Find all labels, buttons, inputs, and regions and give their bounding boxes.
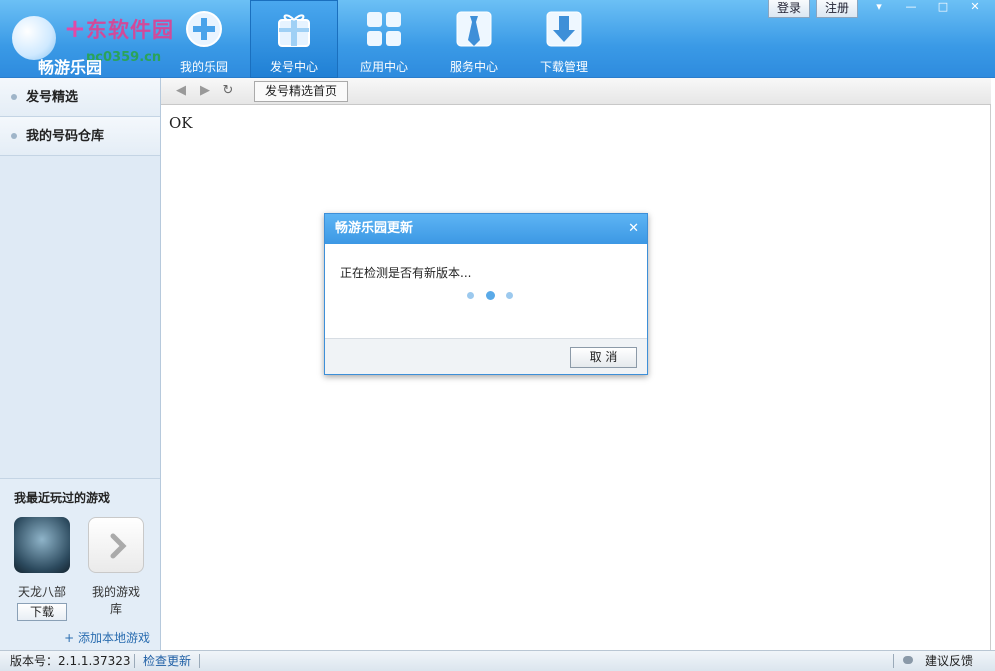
tab-app-center[interactable]: 应用中心	[340, 0, 428, 78]
tab-download-manager[interactable]: 下载管理	[520, 0, 608, 78]
tab-label: 应用中心	[359, 60, 408, 74]
sidebar: 发号精选 我的号码仓库 我最近玩过的游戏 天龙八部 下载 我的游戏库 + 添加本…	[0, 78, 161, 650]
content-area: OK	[161, 105, 991, 650]
feedback-link[interactable]: 建议反馈	[925, 651, 973, 671]
game-tile-library[interactable]: 我的游戏库	[87, 517, 145, 617]
tie-icon	[456, 11, 492, 47]
gamepad-icon	[186, 11, 222, 47]
cancel-button[interactable]: 取 消	[570, 347, 637, 368]
header-bar: + 东软件园 pc0359.cn 畅游乐园 我的乐园 发号中心 应用中心 服务中…	[0, 0, 995, 78]
back-icon[interactable]: ◀	[173, 83, 189, 99]
minimize-icon[interactable]: —	[902, 0, 920, 14]
maximize-icon[interactable]: □	[934, 0, 952, 14]
game-tile-tianlong[interactable]: 天龙八部 下载	[13, 517, 71, 621]
bullet-icon	[11, 133, 17, 139]
page-tab[interactable]: 发号精选首页	[254, 81, 349, 102]
divider	[134, 654, 135, 668]
browser-toolbar: ◀ ▶ ↻ 发号精选首页	[161, 78, 991, 105]
menu-icon[interactable]: ▾	[870, 0, 888, 14]
status-bar: 版本号：2.1.1.37323 检查更新 建议反馈	[0, 650, 995, 671]
loading-dot-icon	[467, 292, 474, 299]
tab-code-center[interactable]: 发号中心	[250, 0, 338, 78]
bullet-icon	[11, 94, 17, 100]
update-dialog: 畅游乐园更新 ✕ 正在检测是否有新版本... 取 消	[324, 213, 648, 375]
recent-games-panel: 我最近玩过的游戏 天龙八部 下载 我的游戏库 + 添加本地游戏	[0, 478, 160, 650]
app-logo: + 东软件园 pc0359.cn 畅游乐园	[6, 6, 181, 77]
dialog-header: 畅游乐园更新 ✕	[325, 214, 647, 244]
dialog-close-icon[interactable]: ✕	[628, 214, 639, 244]
login-button[interactable]: 登录	[768, 0, 811, 18]
tab-service-center[interactable]: 服务中心	[430, 0, 518, 78]
game-name: 我的游戏库	[91, 585, 140, 616]
chat-bubble-icon	[903, 656, 913, 664]
gift-icon	[278, 14, 310, 47]
download-button[interactable]: 下载	[17, 603, 67, 621]
tab-label: 我的乐园	[179, 60, 228, 74]
dialog-footer: 取 消	[325, 338, 647, 374]
divider	[199, 654, 200, 668]
recent-games-title: 我最近玩过的游戏	[14, 491, 111, 505]
sidebar-item-featured[interactable]: 发号精选	[0, 78, 160, 117]
tab-label: 发号中心	[269, 60, 318, 74]
add-local-game-link[interactable]: + 添加本地游戏	[64, 629, 150, 646]
register-button[interactable]: 注册	[816, 0, 859, 18]
loading-dot-icon	[506, 292, 513, 299]
dialog-title: 畅游乐园更新	[335, 221, 414, 236]
apps-grid-icon	[367, 12, 401, 46]
tab-label: 服务中心	[449, 60, 498, 74]
sidebar-item-label: 发号精选	[26, 90, 79, 105]
tab-label: 下载管理	[539, 60, 588, 74]
game-name: 天龙八部	[17, 585, 66, 599]
divider	[893, 654, 894, 668]
check-update-link[interactable]: 检查更新	[143, 651, 191, 671]
watermark-plus-icon: +	[64, 14, 86, 44]
sidebar-item-label: 我的号码仓库	[26, 129, 105, 144]
game-thumbnail[interactable]	[14, 517, 70, 573]
tab-my-park[interactable]: 我的乐园	[160, 0, 248, 78]
sidebar-item-my-codes[interactable]: 我的号码仓库	[0, 117, 160, 156]
brand-name: 畅游乐园	[38, 58, 103, 77]
content-text: OK	[169, 114, 193, 132]
version-text: 版本号：2.1.1.37323	[10, 654, 131, 668]
chevron-right-icon[interactable]	[88, 517, 144, 573]
close-icon[interactable]: ✕	[966, 0, 984, 14]
forward-icon[interactable]: ▶	[197, 83, 213, 99]
dialog-message: 正在检测是否有新版本...	[340, 266, 472, 280]
refresh-icon[interactable]: ↻	[220, 83, 236, 99]
download-arrow-icon	[546, 11, 582, 47]
loading-dot-icon	[486, 291, 495, 300]
